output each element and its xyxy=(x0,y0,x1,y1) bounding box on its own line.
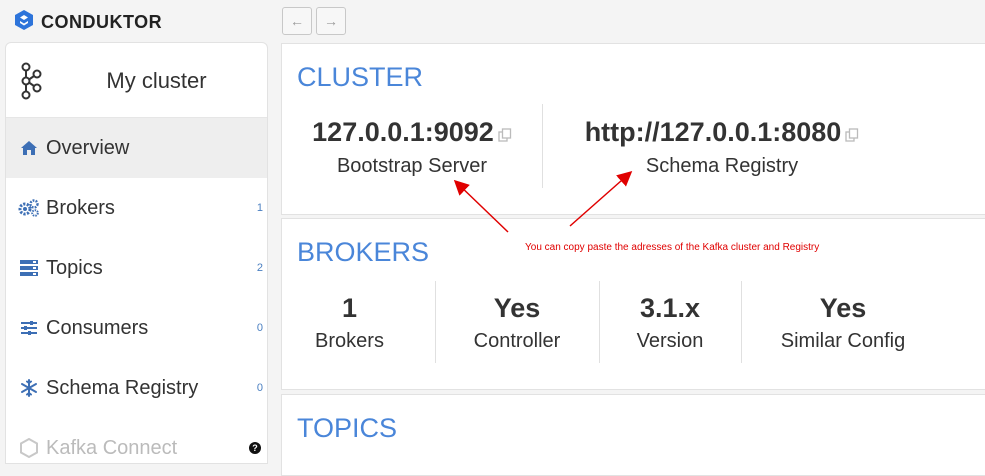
conduktor-logo-icon xyxy=(13,9,35,36)
brokers-count-stat: 1 Brokers xyxy=(292,293,407,353)
stat-value: 3.1.x xyxy=(639,293,701,323)
cluster-panel: CLUSTER 127.0.0.1:9092 Bootstrap Server … xyxy=(281,43,985,215)
arrow-right-icon: → xyxy=(324,13,338,29)
divider xyxy=(435,281,436,363)
stat-value: Yes xyxy=(493,293,541,323)
divider xyxy=(741,281,742,363)
sidebar-item-label: Topics xyxy=(46,256,103,279)
sidebar-item-label: Consumers xyxy=(46,316,149,339)
kafka-connect-icon xyxy=(18,438,40,458)
help-icon[interactable]: ? xyxy=(249,442,261,454)
stat-label: Similar Config xyxy=(780,330,906,352)
schema-registry-stat: http://127.0.0.1:8080 Schema Registry xyxy=(562,117,882,178)
stat-value: 1 xyxy=(341,293,358,323)
similar-config-stat: Yes Similar Config xyxy=(752,293,934,353)
schema-registry-label: Schema Registry xyxy=(645,155,799,178)
back-button[interactable]: ← xyxy=(282,7,312,35)
copy-icon[interactable] xyxy=(498,118,512,149)
snowflake-icon xyxy=(18,379,40,397)
top-bar: CONDUKTOR ← → xyxy=(0,0,985,40)
sidebar-item-kafka-connect[interactable]: Kafka Connect ? xyxy=(6,418,267,463)
annotation-text: You can copy paste the adresses of the K… xyxy=(525,242,820,253)
consumers-count-badge: 0 xyxy=(256,322,263,334)
divider xyxy=(542,104,543,188)
bootstrap-server-label: Bootstrap Server xyxy=(336,155,488,178)
sidebar-item-schema-registry[interactable]: Schema Registry 0 xyxy=(6,358,267,418)
schema-registry-value: http://127.0.0.1:8080 xyxy=(584,117,842,147)
sidebar-item-consumers[interactable]: Consumers 0 xyxy=(6,298,267,358)
bootstrap-server-stat: 127.0.0.1:9092 Bootstrap Server xyxy=(292,117,532,178)
sidebar-item-topics[interactable]: Topics 2 xyxy=(6,238,267,298)
brokers-section-title: BROKERS xyxy=(297,237,430,267)
sidebar-item-label: Brokers xyxy=(46,196,115,219)
home-icon xyxy=(18,140,40,156)
brand-logo[interactable]: CONDUKTOR xyxy=(13,9,162,36)
sidebar-item-overview[interactable]: Overview xyxy=(6,118,267,178)
controller-stat: Yes Controller xyxy=(437,293,597,353)
sidebar-item-brokers[interactable]: Brokers 1 xyxy=(6,178,267,238)
version-stat: 3.1.x Version xyxy=(600,293,740,353)
brokers-count-badge: 1 xyxy=(256,202,263,214)
arrow-left-icon: ← xyxy=(290,13,304,29)
cluster-name: My cluster xyxy=(106,68,207,93)
sidebar: My cluster Overview Brokers 1 Topics 2 C… xyxy=(5,42,268,464)
sidebar-item-label: Overview xyxy=(46,136,130,159)
topics-count-badge: 2 xyxy=(256,262,263,274)
topics-panel: TOPICS xyxy=(281,394,985,476)
bootstrap-server-value: 127.0.0.1:9092 xyxy=(312,117,494,147)
forward-button[interactable]: → xyxy=(316,7,346,35)
sidebar-item-label: Schema Registry xyxy=(46,376,199,399)
cluster-section-title: CLUSTER xyxy=(297,62,424,92)
topics-section-title: TOPICS xyxy=(297,413,398,443)
cogs-icon xyxy=(18,199,40,217)
schema-registry-count-badge: 0 xyxy=(256,382,263,394)
copy-icon[interactable] xyxy=(845,118,859,149)
server-icon xyxy=(18,259,40,277)
cluster-header[interactable]: My cluster xyxy=(6,43,267,118)
brand-name: CONDUKTOR xyxy=(41,12,163,32)
stat-value: Yes xyxy=(819,293,867,323)
sidebar-item-label: Kafka Connect xyxy=(46,436,178,459)
sliders-icon xyxy=(18,320,40,336)
stat-label: Controller xyxy=(473,330,561,352)
stat-label: Version xyxy=(636,330,704,352)
stat-label: Brokers xyxy=(315,330,384,352)
